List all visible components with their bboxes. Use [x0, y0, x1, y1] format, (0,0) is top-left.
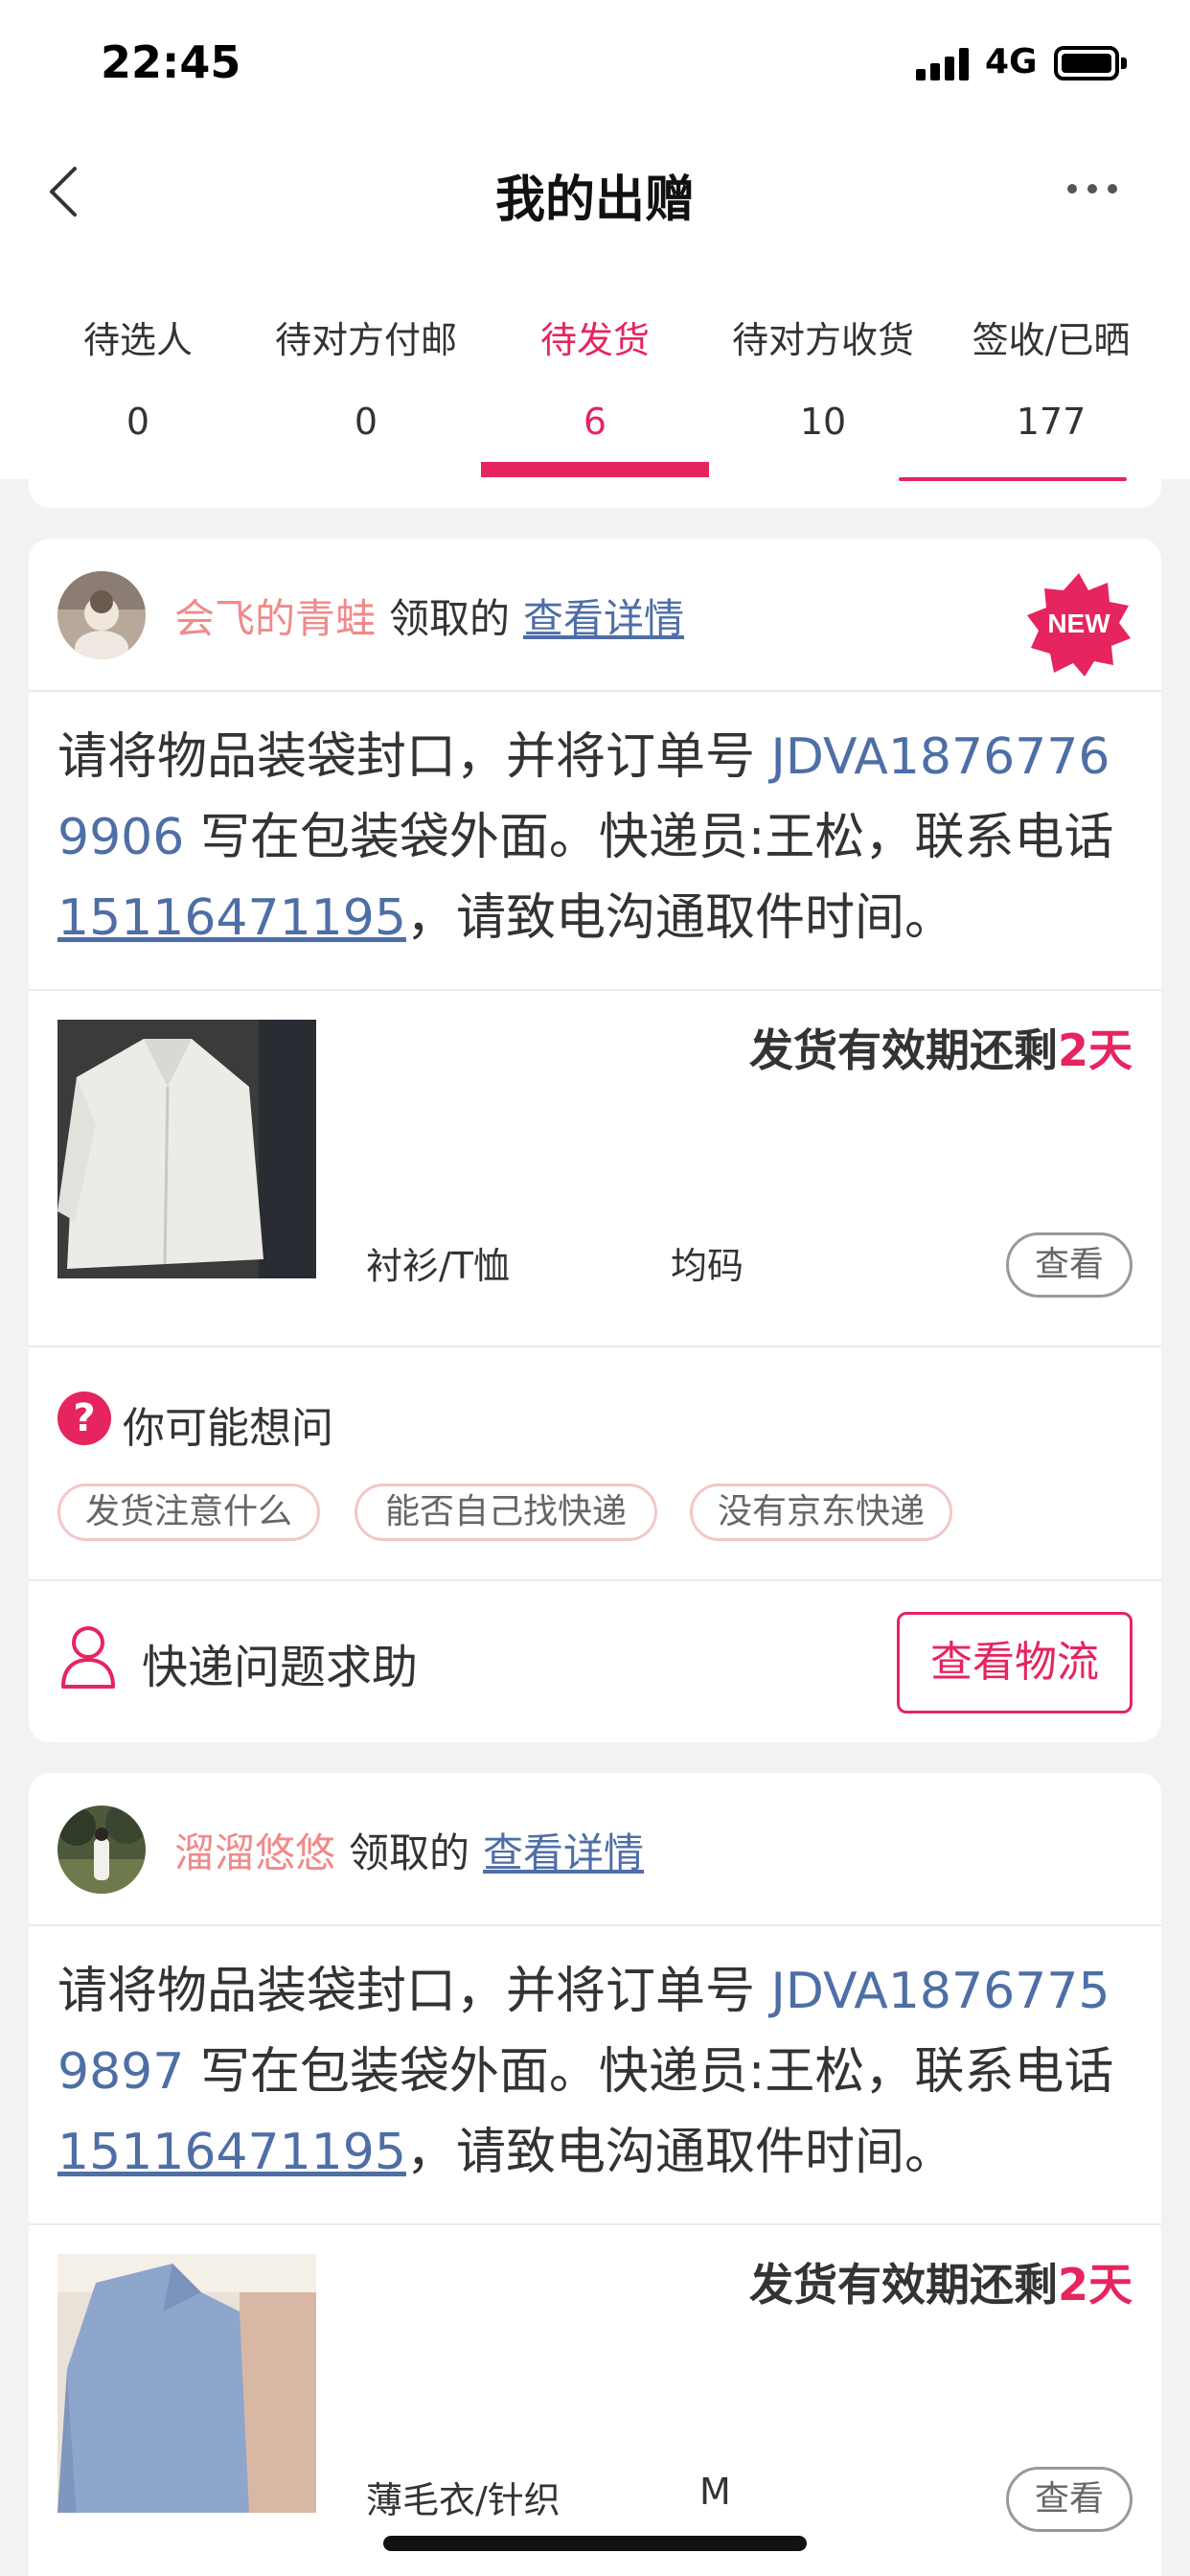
tab-pending-shipment[interactable]: 待发货 6 — [480, 288, 710, 479]
avatar[interactable] — [57, 571, 146, 659]
deadline-prefix: 发货有效期还剩 — [748, 1024, 1058, 1076]
shipping-deadline: 发货有效期还剩2天 — [749, 2250, 1133, 2313]
instruction-prefix: 请将物品装袋封口，并将订单号 — [57, 728, 771, 786]
claim-text: 领取的 — [389, 595, 511, 642]
page-title: 我的出赠 — [494, 172, 695, 229]
product-category: 薄毛衣/针织 — [366, 2479, 561, 2521]
tab-pending-postage[interactable]: 待对方付邮 0 — [251, 288, 481, 479]
deadline-prefix: 发货有效期还剩 — [748, 2259, 1058, 2311]
active-tab-indicator — [481, 462, 709, 477]
product-image[interactable] — [57, 2254, 316, 2513]
shipping-instruction: 请将物品装袋封口，并将订单号 JDVA18767769906 写在包装袋外面。快… — [57, 717, 1133, 958]
header-line: 溜溜悠悠 领取的 查看详情 — [174, 1821, 644, 1879]
tab-label: 签收/已晒 — [972, 319, 1131, 361]
faq-chip[interactable]: 发货注意什么 — [57, 1484, 320, 1541]
network-type: 4G — [985, 42, 1038, 81]
shipping-instruction: 请将物品装袋封口，并将订单号 JDVA18767759897 写在包装袋外面。快… — [57, 1951, 1133, 2193]
deadline-days: 2天 — [1057, 2259, 1133, 2311]
deadline-days: 2天 — [1057, 1024, 1133, 1076]
tab-pending-receipt[interactable]: 待对方收货 10 — [708, 288, 938, 479]
status-tabs: 待选人 0 待对方付邮 0 待发货 6 待对方收货 10 签收/已晒 177 — [0, 288, 1190, 479]
previous-card-edge — [29, 479, 1161, 508]
new-badge-label: NEW — [1047, 609, 1110, 638]
instruction-mid: 写在包装袋外面。快递员:王松，联系电话 — [184, 2043, 1114, 2101]
instruction-prefix: 请将物品装袋封口，并将订单号 — [57, 1963, 771, 2020]
tab-label: 待对方收货 — [731, 319, 914, 361]
product-size: 均码 — [671, 1245, 744, 1287]
tab-count: 0 — [126, 401, 150, 443]
claim-text: 领取的 — [349, 1829, 470, 1876]
tab-pending-select[interactable]: 待选人 0 — [23, 288, 253, 479]
courier-phone-link[interactable]: 15116471195 — [57, 2124, 406, 2181]
divider — [29, 2223, 1161, 2225]
faq-chip[interactable]: 能否自己找快递 — [355, 1484, 657, 1541]
donation-card: 溜溜悠悠 领取的 查看详情 请将物品装袋封口，并将订单号 JDVA187677598… — [29, 1773, 1161, 2576]
more-icon[interactable] — [1067, 182, 1117, 196]
instruction-mid: 写在包装袋外面。快递员:王松，联系电话 — [184, 809, 1114, 866]
card-header: 溜溜悠悠 领取的 查看详情 — [29, 1773, 1161, 1926]
user-name[interactable]: 会飞的青蛙 — [174, 595, 376, 642]
view-product-button[interactable]: 查看 — [1006, 2467, 1133, 2532]
view-logistics-button[interactable]: 查看物流 — [897, 1612, 1133, 1714]
view-product-button[interactable]: 查看 — [1006, 1232, 1133, 1298]
tab-label: 待对方付邮 — [274, 319, 457, 361]
question-icon: ? — [57, 1392, 111, 1445]
tab-signed-shared[interactable]: 签收/已晒 177 — [936, 288, 1166, 479]
shipping-deadline: 发货有效期还剩2天 — [749, 1016, 1133, 1079]
signal-icon — [916, 48, 970, 80]
delivery-help-link[interactable]: 快递问题求助 — [142, 1629, 418, 1696]
tab-count: 177 — [1016, 401, 1087, 443]
tab-count: 6 — [583, 401, 607, 443]
view-details-link[interactable]: 查看详情 — [523, 595, 684, 642]
avatar[interactable] — [57, 1806, 146, 1894]
battery-icon — [1054, 46, 1127, 80]
product-size: M — [699, 2471, 731, 2513]
faq-chip[interactable]: 没有京东快递 — [690, 1484, 952, 1541]
status-time: 22:45 — [101, 36, 241, 88]
card-header: 会飞的青蛙 领取的 查看详情 NEW — [29, 539, 1161, 692]
page: 22:45 4G 我的出赠 待选人 0 待对方付邮 0 待发货 6 待对方收货 … — [0, 0, 1190, 2576]
tab-label: 待发货 — [539, 319, 650, 361]
courier-phone-link[interactable]: 15116471195 — [57, 889, 406, 947]
previous-card-button-edge — [899, 477, 1127, 481]
tab-label: 待选人 — [82, 319, 193, 361]
divider — [29, 1346, 1161, 1347]
faq-title: 你可能想问 — [123, 1404, 333, 1453]
instruction-suffix: ，请致电沟通取件时间。 — [405, 889, 954, 947]
instruction-suffix: ，请致电沟通取件时间。 — [405, 2124, 954, 2181]
product-image[interactable] — [57, 1020, 316, 1278]
user-icon — [61, 1626, 115, 1689]
user-name[interactable]: 溜溜悠悠 — [174, 1829, 335, 1876]
tab-count: 0 — [354, 401, 378, 443]
divider — [29, 989, 1161, 991]
status-bar: 22:45 4G — [0, 0, 1190, 134]
tab-count: 10 — [799, 401, 847, 443]
home-indicator — [383, 2536, 807, 2551]
view-details-link[interactable]: 查看详情 — [483, 1829, 644, 1876]
divider — [29, 1579, 1161, 1581]
header-line: 会飞的青蛙 领取的 查看详情 — [174, 586, 684, 645]
donation-card: 会飞的青蛙 领取的 查看详情 NEW 请将物品装袋封口，并将订单号 JDVA1876… — [29, 539, 1161, 1742]
new-badge-icon: NEW — [1025, 571, 1133, 678]
product-category: 衬衫/T恤 — [366, 1245, 511, 1287]
